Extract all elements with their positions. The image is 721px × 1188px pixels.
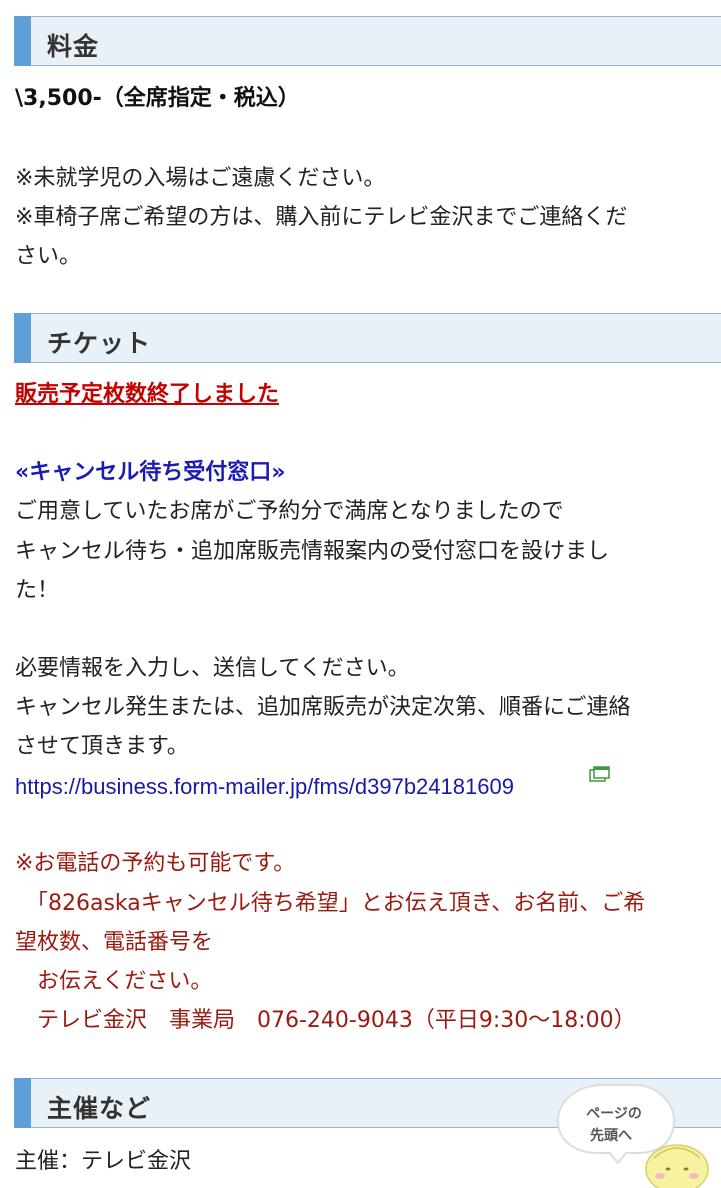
preschool-note: ※未就学児の入場はご遠慮ください。 — [15, 166, 386, 191]
fee-section-header: 料金 — [14, 16, 721, 66]
ticket-section-header: チケット — [14, 313, 721, 363]
organizer-section-title: 主催など — [47, 1094, 152, 1123]
phone-reservation-line3: 望枚数、電話番号を — [15, 930, 214, 955]
ticket-body-line3: た！ — [15, 578, 60, 603]
mascot-character-icon — [645, 1144, 709, 1188]
external-window-icon[interactable] — [589, 766, 611, 782]
sold-out-notice: 販売予定枚数終了しました — [15, 382, 280, 407]
ticket-body-line5: キャンセル発生または、追加席販売が決定次第、順番にご連絡 — [15, 695, 631, 720]
fee-section-title: 料金 — [47, 32, 100, 61]
phone-contact-line: テレビ金沢 事業局 076-240-9043（平日9:30〜18:00） — [15, 1008, 636, 1033]
price-text: \3,500-（全席指定・税込） — [15, 86, 300, 111]
ticket-body-line1: ご用意していたお席がご予約分で満席となりましたので — [15, 499, 564, 524]
phone-reservation-line4: お伝えください。 — [15, 969, 213, 994]
header-accent-bar — [14, 16, 31, 66]
back-to-top-button[interactable]: ページの 先頭へ — [556, 1083, 721, 1188]
host-text: 主催：テレビ金沢 — [15, 1149, 192, 1174]
back-to-top-label-line1: ページの — [586, 1106, 642, 1122]
ticket-body-line6: させて頂きます。 — [15, 734, 189, 759]
wheelchair-note-line2: さい。 — [15, 244, 82, 269]
back-to-top-label-line2: 先頭へ — [590, 1127, 632, 1144]
ticket-body-line4: 必要情報を入力し、送信してください。 — [15, 656, 410, 681]
phone-reservation-line2: 「826askaキャンセル待ち希望」とお伝え頂き、お名前、ご希 — [15, 891, 646, 916]
wheelchair-note-line1: ※車椅子席ご希望の方は、購入前にテレビ金沢までご連絡くだ — [15, 205, 628, 230]
ticket-section-title: チケット — [47, 329, 152, 358]
ticket-body-line2: キャンセル待ち・追加席販売情報案内の受付窓口を設けまし — [15, 539, 610, 564]
cancel-form-link[interactable]: https://business.form-mailer.jp/fms/d397… — [15, 772, 514, 802]
phone-reservation-line1: ※お電話の予約も可能です。 — [15, 851, 296, 876]
cancel-wait-heading: «キャンセル待ち受付窓口» — [15, 460, 286, 485]
header-accent-bar — [14, 1078, 31, 1128]
header-accent-bar — [14, 313, 31, 363]
